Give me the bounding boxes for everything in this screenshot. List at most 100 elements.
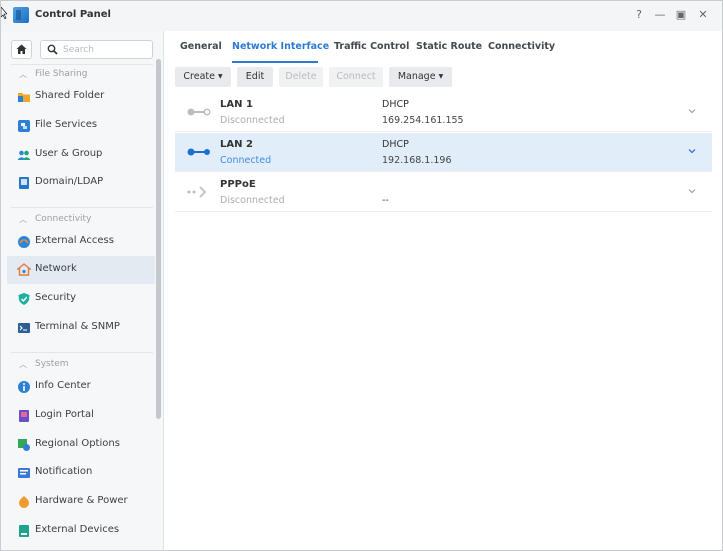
divider — [11, 352, 153, 353]
interface-status: Disconnected — [220, 195, 285, 206]
chevron-down-icon[interactable] — [686, 105, 698, 117]
help-button[interactable]: ? — [631, 7, 647, 23]
search-input[interactable] — [63, 43, 149, 56]
interface-address: 192.168.1.196 — [382, 155, 452, 166]
sidebar-item-security[interactable]: Security — [7, 285, 155, 313]
home-icon — [16, 44, 27, 54]
chevron-up-icon: ︿ — [19, 70, 27, 79]
notification-icon — [18, 468, 30, 478]
interface-address: 169.254.161.155 — [382, 115, 464, 126]
sidebar-item-label: Security — [35, 292, 77, 303]
tab-bar: General Network Interface Traffic Contro… — [164, 31, 722, 63]
sidebar-item-domain-ldap[interactable]: Domain/LDAP — [7, 169, 155, 197]
security-icon — [18, 293, 30, 305]
search-icon — [47, 44, 58, 55]
sidebar-item-label: Domain/LDAP — [35, 176, 104, 187]
sidebar-item-external-access[interactable]: External Access — [7, 228, 155, 256]
interface-status: Disconnected — [220, 115, 285, 126]
chevron-up-icon: ︿ — [19, 215, 27, 224]
create-button[interactable]: Create ▼ — [175, 67, 231, 87]
terminal-icon — [18, 323, 30, 333]
search-box[interactable] — [40, 40, 153, 59]
sidebar-item-label: External Devices — [35, 524, 120, 535]
lan-connected-icon — [187, 148, 210, 156]
chevron-up-icon: ︿ — [19, 360, 27, 369]
domain-icon — [19, 177, 29, 189]
tab-general[interactable]: General — [180, 41, 222, 52]
sidebar-item-terminal-snmp[interactable]: Terminal & SNMP — [7, 314, 155, 342]
chevron-down-icon[interactable] — [686, 145, 698, 157]
sidebar-scrollbar[interactable] — [156, 59, 161, 419]
login-portal-icon — [19, 410, 29, 422]
interface-type: DHCP — [382, 99, 409, 110]
tab-connectivity[interactable]: Connectivity — [488, 41, 555, 52]
lan-disconnected-icon — [187, 108, 211, 116]
window-title: Control Panel — [35, 9, 111, 20]
info-icon — [18, 381, 30, 393]
tab-network-interface[interactable]: Network Interface — [232, 41, 329, 52]
external-access-icon — [18, 236, 30, 248]
manage-button[interactable]: Manage ▼ — [389, 67, 452, 87]
close-button[interactable]: ✕ — [695, 7, 711, 23]
section-label: System — [35, 359, 69, 369]
section-label: Connectivity — [35, 214, 92, 224]
connect-button[interactable]: Connect — [329, 67, 383, 87]
sidebar-item-login-portal[interactable]: Login Portal — [7, 402, 155, 430]
sidebar-item-user-group[interactable]: User & Group — [7, 141, 155, 169]
toolbar: Create ▼ Edit Delete Connect Manage ▼ — [164, 67, 722, 89]
tab-traffic-control[interactable]: Traffic Control — [334, 41, 409, 52]
pppoe-icon — [187, 186, 207, 198]
maximize-button[interactable]: ▣ — [673, 7, 689, 23]
interface-row-lan1[interactable]: LAN 1 Disconnected DHCP 169.254.161.155 — [175, 93, 712, 132]
home-button[interactable] — [11, 40, 32, 59]
sidebar-item-label: Hardware & Power — [35, 495, 128, 506]
hardware-icon — [19, 496, 29, 508]
regional-icon — [18, 439, 30, 451]
sidebar-item-file-services[interactable]: File Services — [7, 112, 155, 140]
caret-down-icon: ▼ — [217, 73, 223, 80]
interface-name: PPPoE — [220, 179, 256, 190]
sidebar-item-label: Info Center — [35, 380, 91, 391]
section-label: File Sharing — [35, 69, 88, 79]
sidebar-item-label: Notification — [35, 466, 93, 477]
users-icon — [17, 150, 31, 160]
interface-row-pppoe[interactable]: PPPoE Disconnected -- — [175, 173, 712, 212]
sidebar-item-hardware-power[interactable]: Hardware & Power — [7, 488, 155, 516]
interface-row-lan2[interactable]: LAN 2 Connected DHCP 192.168.1.196 — [175, 133, 712, 172]
sidebar-item-external-devices[interactable]: External Devices — [7, 517, 155, 545]
interface-name: LAN 2 — [220, 139, 253, 150]
sidebar-item-shared-folder[interactable]: Shared Folder — [7, 83, 155, 111]
sidebar-item-notification[interactable]: Notification — [7, 459, 155, 487]
edit-button[interactable]: Edit — [237, 67, 273, 87]
folder-icon — [18, 93, 30, 102]
sidebar-item-label: Regional Options — [35, 438, 120, 449]
active-tab-indicator — [232, 61, 318, 63]
delete-button[interactable]: Delete — [279, 67, 323, 87]
control-panel-window: Control Panel ? — ▣ ✕ ︿ File Sharing Sha… — [0, 0, 723, 551]
control-panel-app-icon — [13, 7, 29, 23]
external-devices-icon — [19, 525, 29, 537]
sidebar-item-label: User & Group — [35, 148, 103, 159]
sidebar-item-label: File Services — [35, 119, 98, 130]
sidebar-item-regional-options[interactable]: Regional Options — [7, 431, 155, 459]
tab-static-route[interactable]: Static Route — [416, 41, 482, 52]
network-icon — [17, 263, 31, 276]
sidebar-item-label: External Access — [35, 235, 114, 246]
sidebar-item-label: Terminal & SNMP — [35, 321, 120, 332]
minimize-button[interactable]: — — [652, 7, 668, 23]
chevron-down-icon[interactable] — [686, 185, 698, 197]
create-label: Create — [183, 71, 215, 82]
mouse-cursor-icon — [1, 7, 7, 19]
sidebar: ︿ File Sharing Shared Folder File Servic… — [1, 31, 164, 550]
caret-down-icon: ▼ — [438, 73, 444, 80]
manage-label: Manage — [397, 71, 436, 82]
divider — [11, 207, 153, 208]
sidebar-item-label: Login Portal — [35, 409, 94, 420]
interface-type: DHCP — [382, 139, 409, 150]
sidebar-item-info-center[interactable]: Info Center — [7, 373, 155, 401]
title-bar: Control Panel ? — ▣ ✕ — [1, 1, 722, 31]
interface-name: LAN 1 — [220, 99, 253, 110]
interface-address: -- — [382, 195, 389, 206]
sidebar-item-network[interactable]: Network — [7, 256, 155, 284]
file-services-icon — [18, 120, 30, 132]
